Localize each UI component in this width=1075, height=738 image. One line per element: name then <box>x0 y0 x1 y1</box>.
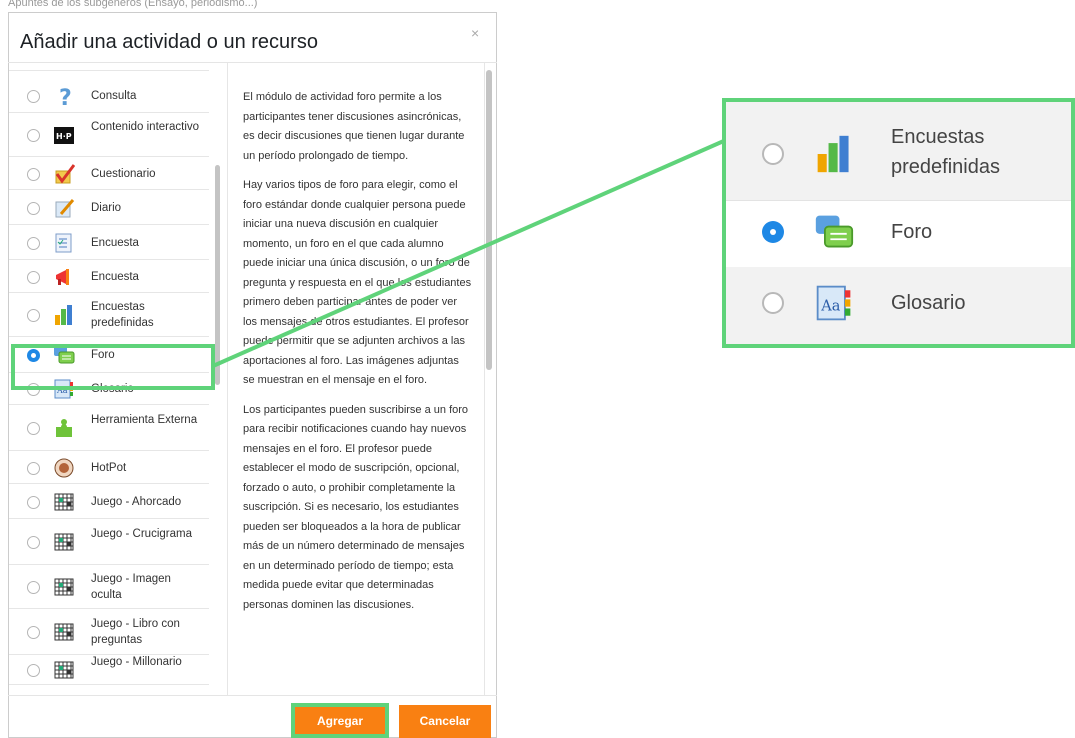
bar-chart-icon <box>53 304 75 326</box>
question-icon <box>53 85 75 111</box>
game-grid-icon <box>53 659 75 681</box>
description-paragraph: Hay varios tipos de foro para elegir, co… <box>243 179 472 386</box>
list-item-label: Juego - Millonario <box>91 656 182 668</box>
list-item-label: Juego - Ahorcado <box>91 495 182 508</box>
radio-button[interactable] <box>27 461 40 475</box>
list-scrollbar[interactable] <box>215 165 220 385</box>
game-grid-icon <box>53 576 75 598</box>
radio-button[interactable] <box>27 309 40 322</box>
highlight-zoom-box <box>722 98 1075 348</box>
description-paragraph: El módulo de actividad foro permite a lo… <box>243 91 465 162</box>
background-page-text: Apuntes de los subgéneros (Ensayo, perio… <box>8 0 258 9</box>
puzzle-icon <box>53 417 75 439</box>
list-item[interactable]: Juego - Libro con preguntas <box>9 609 209 655</box>
quiz-check-icon <box>53 163 76 185</box>
list-item[interactable]: Contenido interactivo <box>9 113 209 157</box>
radio-button[interactable] <box>27 167 40 181</box>
game-grid-icon <box>53 491 75 513</box>
list-item-label: Juego - Crucigrama <box>91 528 192 540</box>
list-item[interactable]: Encuesta <box>9 260 209 293</box>
list-item-label: Diario <box>91 201 122 214</box>
list-item-partial <box>9 63 209 71</box>
list-item[interactable]: Encuesta <box>9 225 209 260</box>
radio-button[interactable] <box>27 495 40 509</box>
game-grid-icon <box>53 621 75 643</box>
radio-button[interactable] <box>27 626 40 639</box>
h5p-icon <box>53 124 75 146</box>
list-item-label: Herramienta Externa <box>91 414 198 426</box>
description-scrollbar[interactable] <box>486 70 492 370</box>
modal-title: Añadir una actividad o un recurso <box>20 31 318 53</box>
radio-button[interactable] <box>27 129 40 142</box>
radio-button[interactable] <box>27 581 40 594</box>
list-item-label: Encuestas predefinidas <box>91 301 154 329</box>
radio-button[interactable] <box>27 422 40 435</box>
activity-description: El módulo de actividad foro permite a lo… <box>243 88 473 625</box>
close-icon[interactable]: × <box>471 25 479 41</box>
list-item-label: Contenido interactivo <box>91 121 200 133</box>
list-item[interactable]: Juego - Crucigrama <box>9 519 209 565</box>
list-item[interactable]: Cuestionario <box>9 157 209 190</box>
list-item-label: HotPot <box>91 461 127 474</box>
radio-button[interactable] <box>27 89 40 103</box>
list-item[interactable]: Juego - Imagen oculta <box>9 565 209 609</box>
highlight-foro-row <box>11 344 215 390</box>
partial-icon <box>53 63 75 75</box>
radio-button[interactable] <box>27 236 40 250</box>
list-item-label: Encuesta <box>91 236 139 249</box>
description-paragraph: Los participantes pueden suscribirse a u… <box>243 403 469 611</box>
game-grid-icon <box>53 531 75 553</box>
cancel-button[interactable]: Cancelar <box>399 705 491 738</box>
footer-divider <box>8 695 497 696</box>
list-item-label: Consulta <box>91 89 137 102</box>
list-item[interactable]: Consulta <box>9 78 209 113</box>
radio-button[interactable] <box>27 201 40 215</box>
list-item[interactable]: Encuestas predefinidas <box>9 293 209 337</box>
list-item[interactable]: Diario <box>9 190 209 225</box>
feedback-megaphone-icon <box>53 266 75 288</box>
radio-button[interactable] <box>27 536 40 549</box>
list-item-label: Juego - Libro con preguntas <box>91 618 180 646</box>
survey-icon <box>53 232 75 254</box>
journal-icon <box>53 197 75 219</box>
radio-button[interactable] <box>27 664 40 677</box>
list-item[interactable]: Herramienta Externa <box>9 405 209 451</box>
list-item-label: Juego - Imagen oculta <box>91 573 171 601</box>
list-item[interactable]: HotPot <box>9 451 209 484</box>
list-item[interactable]: Juego - Millonario <box>9 655 209 685</box>
radio-button[interactable] <box>27 270 40 284</box>
hotpot-icon <box>53 457 75 479</box>
list-item-label: Cuestionario <box>91 167 156 180</box>
description-pane: El módulo de actividad foro permite a lo… <box>227 63 485 695</box>
list-item[interactable]: Juego - Ahorcado <box>9 484 209 519</box>
highlight-add-button <box>291 703 389 738</box>
list-item-label: Encuesta <box>91 270 139 283</box>
